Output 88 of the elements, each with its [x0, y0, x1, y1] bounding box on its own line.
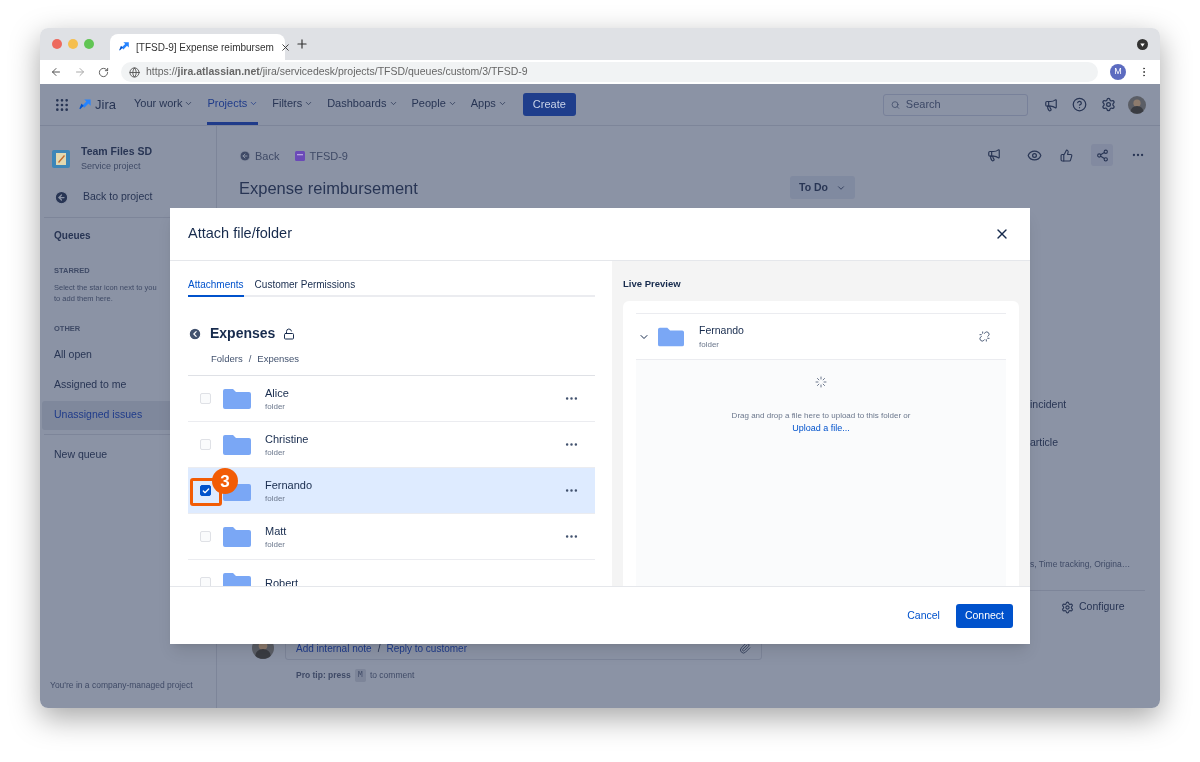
dialog-tab[interactable]: Customer Permissions	[254, 277, 356, 297]
favicon-icon	[118, 41, 130, 53]
configure-button[interactable]: Configure	[1061, 599, 1145, 615]
pro-tip-text: to comment	[369, 669, 415, 682]
folder-icon	[223, 526, 251, 547]
product-name: Jira	[95, 95, 116, 114]
settings-icon	[1061, 600, 1074, 614]
folder-name: Robert	[265, 575, 300, 586]
padlock-icon	[283, 327, 296, 340]
side-text: article	[1030, 434, 1059, 450]
side-text: incident	[1030, 397, 1068, 412]
share-button[interactable]	[1091, 144, 1113, 166]
back-circle-icon[interactable]	[188, 326, 202, 341]
connect-button[interactable]: Connect	[955, 603, 1013, 628]
url-text: https://jira.atlassian.net/jira/servicedesk/projects/TFSD/queues/custom/3/TFSD-9	[146, 64, 528, 80]
issue-type-icon	[295, 151, 306, 162]
thumbs-up-icon[interactable]	[1060, 148, 1073, 162]
unlink-icon[interactable]	[979, 331, 990, 343]
tab-title: [TFSD-9] Expense reimbursem	[136, 40, 274, 55]
settings-icon[interactable]	[1101, 97, 1116, 112]
project-type: Service project	[81, 159, 142, 173]
nav-menu-item[interactable]: People	[411, 84, 457, 125]
folder-icon	[223, 388, 251, 409]
help-icon[interactable]	[1072, 97, 1087, 112]
breadcrumb-link[interactable]: Folders	[211, 352, 243, 367]
close-icon[interactable]	[279, 41, 291, 53]
megaphone-icon[interactable]	[987, 148, 1001, 162]
folder-heading: Expenses	[210, 324, 276, 343]
jira-logo-icon	[78, 97, 92, 112]
back-link[interactable]: Back	[239, 148, 280, 165]
folder-subtitle: folder	[699, 338, 720, 351]
breadcrumb-link[interactable]: Expenses	[257, 352, 300, 367]
section-heading: Queues	[54, 229, 91, 243]
nav-menu-item[interactable]: Dashboards	[327, 84, 398, 125]
search-field[interactable]: Search	[883, 93, 1028, 116]
preview-heading: Live Preview	[623, 277, 682, 291]
avatar	[1128, 95, 1146, 114]
dialog-tab[interactable]: Attachments	[188, 277, 244, 297]
folder-icon	[223, 572, 251, 586]
reply-link[interactable]: Reply to customer	[386, 640, 467, 656]
folder-subtitle: folder	[265, 493, 286, 505]
search-icon	[891, 99, 900, 110]
back-to-project-link[interactable]: Back to project	[40, 189, 216, 205]
spinner-icon	[815, 376, 827, 389]
folder-icon	[223, 434, 251, 455]
status-button[interactable]: To Do	[790, 176, 855, 199]
globe-icon	[129, 66, 140, 78]
folder-subtitle: folder	[265, 539, 286, 551]
back-circle-icon	[54, 189, 69, 205]
drop-hint: Drag and drop a file here to upload to this folder or	[731, 410, 911, 423]
checkbox[interactable]	[200, 485, 211, 497]
folder-name: Alice	[265, 385, 290, 401]
pro-tip-text: Pro tip: press	[296, 669, 351, 682]
folder-name: Fernando	[265, 477, 314, 493]
separator-text: /	[377, 641, 381, 656]
search-input[interactable]: Search	[905, 96, 1020, 113]
fields-summary: s, Time tracking, Origina…	[1030, 557, 1132, 571]
folder-name: Fernando	[699, 322, 745, 338]
folder-name: Christine	[265, 431, 310, 447]
notebook-icon	[52, 149, 70, 168]
back-circle-icon	[239, 150, 251, 163]
cancel-button[interactable]: Cancel	[905, 607, 942, 624]
add-note-link[interactable]: Add internal note	[296, 640, 372, 656]
dialog-title: Attach file/folder	[188, 224, 292, 244]
paperclip-icon[interactable]	[739, 642, 751, 655]
folder-name: Matt	[265, 523, 288, 539]
nav-menu-item[interactable]: Apps	[470, 84, 507, 125]
share-icon	[1095, 148, 1109, 162]
issue-title: Expense reimbursement	[239, 177, 419, 199]
breadcrumb-separator: /	[248, 352, 252, 366]
watch-icon[interactable]	[1027, 147, 1042, 163]
issue-key-link[interactable]: TFSD-9	[295, 148, 348, 165]
reload-icon[interactable]	[98, 66, 109, 78]
folder-icon	[658, 326, 684, 347]
create-button[interactable]: Create	[522, 93, 576, 116]
profile-avatar[interactable]: M	[1110, 64, 1126, 80]
nav-menu-item[interactable]: Filters	[272, 84, 314, 125]
nav-menu-item[interactable]: Your work	[133, 84, 194, 125]
back-icon[interactable]	[50, 66, 62, 78]
folder-subtitle: folder	[265, 447, 286, 459]
app-switcher-icon[interactable]	[54, 96, 70, 113]
megaphone-icon[interactable]	[1044, 97, 1058, 112]
project-name: Team Files SD	[81, 144, 152, 159]
upload-link[interactable]: Upload a file...	[792, 422, 850, 436]
footer-text: You're in a company-managed project	[49, 679, 194, 692]
folder-subtitle: folder	[265, 401, 286, 413]
address-field[interactable]: https://jira.atlassian.net/jira/servicedesk/projects/TFSD/queues/custom/3/TFSD-9	[121, 62, 1098, 82]
dropdown-icon[interactable]	[1137, 38, 1148, 50]
